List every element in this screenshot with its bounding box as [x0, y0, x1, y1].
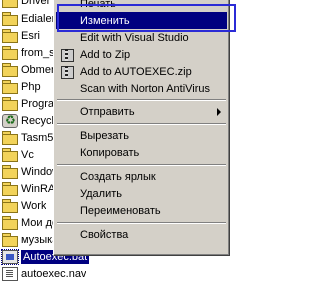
- menu-separator: [57, 99, 226, 101]
- menu-item-label: Edit with Visual Studio: [80, 31, 189, 44]
- text-file-icon: [2, 267, 18, 281]
- file-name: Vc: [21, 149, 34, 161]
- file-row-autoexec-nav[interactable]: autoexec.nav: [0, 265, 120, 283]
- menu-item-label: Удалить: [80, 187, 122, 200]
- file-name: Php: [21, 81, 41, 93]
- menu-item-add-to-autoexec-zip[interactable]: Add to AUTOEXEC.zip: [56, 63, 227, 80]
- folder-icon: [2, 233, 18, 247]
- menu-item-label: Изменить: [80, 14, 130, 27]
- menu-item-label: Add to AUTOEXEC.zip: [80, 65, 192, 78]
- menu-item-scan-norton[interactable]: Scan with Norton AntiVirus: [56, 80, 227, 97]
- menu-item-add-to-zip[interactable]: Add to Zip: [56, 46, 227, 63]
- folder-icon: [2, 46, 18, 60]
- file-name: Edialer: [21, 13, 56, 25]
- menu-item-copy[interactable]: Копировать: [56, 144, 227, 161]
- file-name: Driver: [21, 0, 51, 7]
- menu-item-label: Add to Zip: [80, 48, 131, 61]
- folder-icon: [2, 148, 18, 162]
- menu-item-delete[interactable]: Удалить: [56, 185, 227, 202]
- menu-item-properties[interactable]: Свойства: [56, 226, 227, 243]
- file-name: Esri: [21, 30, 40, 42]
- context-menu: Печать Изменить Edit with Visual Studio …: [53, 0, 230, 256]
- menu-separator: [57, 222, 226, 224]
- file-name: autoexec.nav: [21, 268, 87, 280]
- menu-item-print[interactable]: Печать: [56, 0, 227, 12]
- menu-item-label: Печать: [80, 0, 117, 10]
- folder-icon: [2, 29, 18, 43]
- zip-icon: [60, 48, 76, 62]
- folder-icon: [2, 199, 18, 213]
- menu-item-label: Свойства: [80, 228, 129, 241]
- menu-item-edit-visual-studio[interactable]: Edit with Visual Studio: [56, 29, 227, 46]
- menu-separator: [57, 123, 226, 125]
- menu-separator: [57, 164, 226, 166]
- menu-item-create-shortcut[interactable]: Создать ярлык: [56, 168, 227, 185]
- menu-item-cut[interactable]: Вырезать: [56, 127, 227, 144]
- menu-item-label: Scan with Norton AntiVirus: [80, 82, 211, 95]
- menu-item-edit[interactable]: Изменить: [56, 12, 227, 29]
- folder-icon: [2, 182, 18, 196]
- zip-icon: [60, 65, 76, 79]
- file-name: Work: [21, 200, 47, 212]
- menu-item-label: Вырезать: [80, 129, 129, 142]
- folder-icon: [2, 216, 18, 230]
- menu-item-label: Копировать: [80, 146, 140, 159]
- folder-icon: [2, 12, 18, 26]
- menu-item-rename[interactable]: Переименовать: [56, 202, 227, 219]
- menu-item-label: Отправить: [80, 105, 135, 118]
- folder-icon: [2, 0, 18, 8]
- folder-icon: [2, 97, 18, 111]
- menu-item-label: Переименовать: [80, 204, 161, 217]
- folder-icon: [2, 165, 18, 179]
- recycle-bin-icon: [2, 113, 18, 128]
- folder-icon: [2, 80, 18, 94]
- menu-item-label: Создать ярлык: [80, 170, 156, 183]
- menu-item-send-to[interactable]: Отправить: [56, 103, 227, 120]
- folder-icon: [2, 63, 18, 77]
- submenu-arrow-icon: [217, 107, 221, 116]
- folder-icon: [2, 131, 18, 145]
- file-name: Obmen: [21, 64, 58, 76]
- bat-file-icon: [1, 249, 19, 265]
